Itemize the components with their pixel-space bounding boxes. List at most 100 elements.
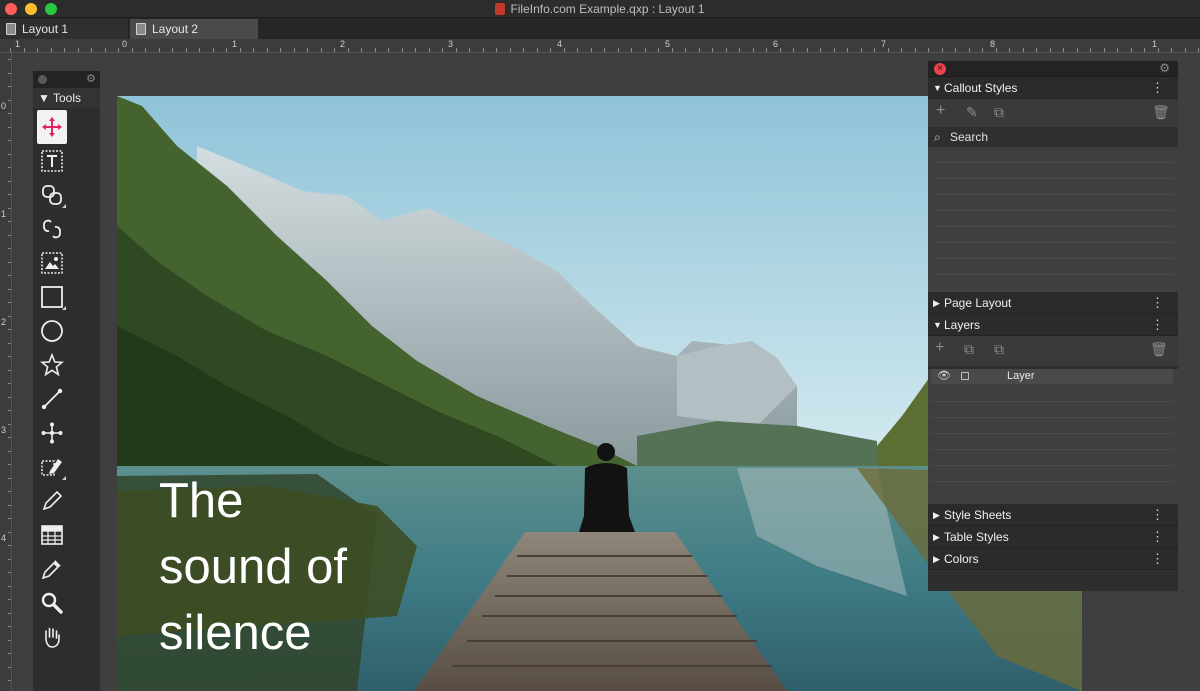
kebab-menu-icon[interactable]: ⋮ <box>1151 548 1164 570</box>
pan-tool-button[interactable] <box>37 620 67 654</box>
trash-icon[interactable]: 🗑 <box>1150 341 1168 358</box>
plus-icon[interactable]: + <box>936 102 945 120</box>
star-icon <box>40 353 64 377</box>
oval-box-tool-button[interactable] <box>37 314 67 348</box>
table-tool-button[interactable] <box>37 518 67 552</box>
ruler-tick <box>1131 48 1132 52</box>
window-title-text: FileInfo.com Example.qxp : Layout 1 <box>510 2 705 16</box>
rectangle-icon <box>41 286 63 308</box>
ruler-tick <box>8 586 11 587</box>
ruler-tick <box>8 154 11 155</box>
tools-title: Tools <box>53 91 82 105</box>
line-icon <box>41 388 63 410</box>
ruler-tick <box>982 48 983 52</box>
ruler-tick <box>1063 48 1064 52</box>
ruler-tick <box>8 545 11 546</box>
scissors-pen-tool-button[interactable] <box>37 450 67 484</box>
kebab-menu-icon[interactable]: ⋮ <box>1151 292 1164 314</box>
linking-tool-button[interactable] <box>37 178 67 212</box>
eyedropper-tool-button[interactable] <box>37 552 67 586</box>
callout-styles-search[interactable]: ⌕ Search <box>928 127 1178 147</box>
ruler-tick <box>8 397 11 398</box>
ruler-tick <box>145 48 146 52</box>
line-tool-button[interactable] <box>37 382 67 416</box>
ruler-label: 2 <box>340 39 346 49</box>
gear-icon[interactable]: ⚙ <box>86 72 96 85</box>
ruler-tick <box>496 48 497 52</box>
ruler-tick <box>8 667 11 668</box>
bezier-pen-tool-button[interactable] <box>37 416 67 450</box>
ruler-tick <box>429 48 430 52</box>
text-content-tool-button[interactable] <box>37 144 67 178</box>
move-to-layer-icon[interactable]: ⧉ <box>964 341 974 358</box>
lock-icon[interactable] <box>961 372 969 380</box>
item-tool-button[interactable] <box>37 110 67 144</box>
horizontal-ruler[interactable]: 1 0 1 2 3 4 5 6 7 8 1 <box>0 39 1200 53</box>
palette-titlebar[interactable]: ⚙ <box>33 71 100 88</box>
copy-to-layer-icon[interactable]: ⧉ <box>994 341 1004 358</box>
ruler-tick <box>726 48 727 52</box>
layer-row[interactable]: 👁 Layer <box>931 369 1173 384</box>
style-sheets-title: Style Sheets <box>944 508 1012 522</box>
kebab-menu-icon[interactable]: ⋮ <box>1151 314 1164 336</box>
ruler-tick <box>1198 48 1199 52</box>
palette-group-titlebar[interactable]: × ⚙ <box>928 61 1178 77</box>
ruler-label: 3 <box>1 425 7 435</box>
layout-tab-bar: Layout 1 Layout 2 <box>0 18 1200 39</box>
layers-header[interactable]: ▼ Layers ⋮ <box>928 314 1178 336</box>
ruler-tick <box>483 48 484 52</box>
ruler-tick <box>550 48 551 52</box>
ruler-tick <box>361 48 362 52</box>
table-styles-header[interactable]: ▶ Table Styles ⋮ <box>928 526 1178 548</box>
kebab-menu-icon[interactable]: ⋮ <box>1151 526 1164 548</box>
gear-icon[interactable]: ⚙ <box>1159 61 1170 75</box>
eyedropper-icon <box>41 560 61 580</box>
kebab-menu-icon[interactable]: ⋮ <box>1151 504 1164 526</box>
triangle-down-icon: ▼ <box>933 83 942 93</box>
ruler-tick <box>334 48 335 52</box>
zoom-tool-button[interactable] <box>37 586 67 620</box>
ruler-tick <box>267 48 268 52</box>
colors-header[interactable]: ▶ Colors ⋮ <box>928 548 1178 570</box>
ruler-tick <box>24 48 25 52</box>
page-layout-header[interactable]: ▶ Page Layout ⋮ <box>928 292 1178 314</box>
ruler-tick <box>51 48 52 52</box>
close-palette-button[interactable] <box>38 75 47 84</box>
rectangle-box-tool-button[interactable] <box>37 280 67 314</box>
ruler-tick <box>645 48 646 52</box>
eye-icon[interactable]: 👁 <box>937 369 951 384</box>
palette-group: × ⚙ ▼ Callout Styles ⋮ + ✎ ⧉ 🗑 ⌕ Search … <box>928 61 1178 591</box>
callout-styles-list[interactable] <box>928 147 1178 292</box>
starburst-tool-button[interactable] <box>37 348 67 382</box>
tools-header[interactable]: ▼ Tools <box>33 88 100 108</box>
plus-icon[interactable]: + <box>935 339 944 357</box>
ruler-tick <box>658 48 659 52</box>
unlinking-tool-button[interactable] <box>37 212 67 246</box>
pencil-icon[interactable]: ✎ <box>966 104 978 121</box>
ruler-tick <box>8 491 11 492</box>
window-title: FileInfo.com Example.qxp : Layout 1 <box>0 2 1200 16</box>
kebab-menu-icon[interactable]: ⋮ <box>1151 77 1164 99</box>
tab-layout-1[interactable]: Layout 1 <box>0 19 128 39</box>
ruler-tick <box>213 48 214 52</box>
ruler-label: 0 <box>1 101 7 111</box>
duplicate-icon[interactable]: ⧉ <box>994 104 1004 121</box>
ruler-tick <box>64 48 65 52</box>
ruler-tick <box>753 48 754 52</box>
ruler-tick <box>834 48 835 52</box>
ruler-tick <box>861 48 862 52</box>
search-icon: ⌕ <box>934 130 941 144</box>
trash-icon[interactable]: 🗑 <box>1152 104 1170 121</box>
tab-layout-2[interactable]: Layout 2 <box>130 19 258 39</box>
page-layout-title: Page Layout <box>944 296 1012 310</box>
ruler-tick <box>388 48 389 52</box>
style-sheets-header[interactable]: ▶ Style Sheets ⋮ <box>928 504 1178 526</box>
vertical-ruler[interactable]: 0 1 2 3 4 <box>0 53 12 691</box>
callout-styles-header[interactable]: ▼ Callout Styles ⋮ <box>928 77 1178 99</box>
freehand-tool-button[interactable] <box>37 484 67 518</box>
page-icon <box>136 23 146 35</box>
headline-text-box[interactable]: The sound of silence <box>159 468 347 666</box>
ruler-tick <box>591 48 592 52</box>
picture-content-tool-button[interactable] <box>37 246 67 280</box>
close-palette-button[interactable]: × <box>934 63 946 75</box>
